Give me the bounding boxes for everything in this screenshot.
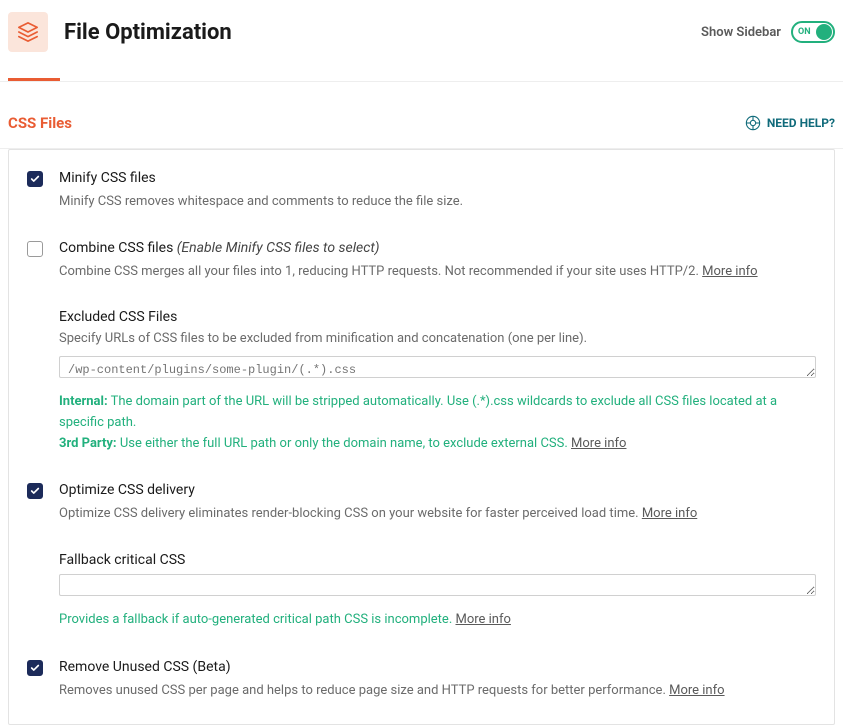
page-header: File Optimization Show Sidebar ON	[0, 0, 843, 64]
option-remove-unused-css: Remove Unused CSS (Beta) Removes unused …	[27, 659, 816, 701]
optimize-css-title: Optimize CSS delivery	[59, 482, 816, 498]
remove-unused-more-info-link[interactable]: More info	[669, 683, 724, 698]
excluded-css-label: Excluded CSS Files	[59, 309, 816, 325]
optimize-css-checkbox[interactable]	[27, 483, 43, 499]
remove-unused-css-checkbox[interactable]	[27, 660, 43, 676]
sidebar-toggle-switch[interactable]: ON	[791, 21, 835, 43]
combine-css-checkbox[interactable]	[27, 241, 43, 257]
excluded-css-block: Excluded CSS Files Specify URLs of CSS f…	[59, 309, 816, 454]
combine-more-info-link[interactable]: More info	[702, 264, 757, 279]
option-combine-css: Combine CSS files (Enable Minify CSS fil…	[27, 240, 816, 455]
optimize-css-desc: Optimize CSS delivery eliminates render-…	[59, 504, 816, 524]
help-icon	[745, 115, 761, 131]
section-header: CSS Files NEED HELP?	[0, 82, 843, 148]
minify-css-title: Minify CSS files	[59, 170, 816, 186]
show-sidebar-toggle: Show Sidebar ON	[701, 21, 835, 43]
toggle-knob	[816, 24, 832, 40]
css-files-panel: Minify CSS files Minify CSS removes whit…	[8, 149, 835, 725]
excluded-css-textarea[interactable]	[59, 356, 816, 378]
remove-unused-css-title: Remove Unused CSS (Beta)	[59, 659, 816, 675]
excluded-more-info-link[interactable]: More info	[571, 436, 626, 451]
fallback-css-textarea[interactable]	[59, 574, 816, 596]
fallback-css-hint: Provides a fallback if auto-generated cr…	[59, 610, 816, 631]
show-sidebar-label: Show Sidebar	[701, 25, 781, 40]
fallback-more-info-link[interactable]: More info	[455, 612, 510, 627]
toggle-state-label: ON	[798, 27, 811, 37]
optimize-more-info-link[interactable]: More info	[642, 506, 697, 521]
option-minify-css: Minify CSS files Minify CSS removes whit…	[27, 170, 816, 212]
need-help-label: NEED HELP?	[767, 116, 835, 130]
fallback-css-label: Fallback critical CSS	[59, 552, 816, 568]
fallback-css-block: Fallback critical CSS Provides a fallbac…	[59, 552, 816, 631]
excluded-css-hint: Internal: The domain part of the URL wil…	[59, 392, 816, 454]
combine-css-desc: Combine CSS merges all your files into 1…	[59, 262, 816, 282]
page-title: File Optimization	[64, 20, 685, 45]
need-help-link[interactable]: NEED HELP?	[745, 115, 835, 131]
excluded-css-desc: Specify URLs of CSS files to be excluded…	[59, 331, 816, 346]
minify-css-checkbox[interactable]	[27, 171, 43, 187]
option-optimize-css: Optimize CSS delivery Optimize CSS deliv…	[27, 482, 816, 630]
section-title: CSS Files	[8, 114, 72, 132]
remove-unused-css-desc: Removes unused CSS per page and helps to…	[59, 681, 816, 701]
minify-css-desc: Minify CSS removes whitespace and commen…	[59, 192, 816, 212]
combine-css-title: Combine CSS files (Enable Minify CSS fil…	[59, 240, 816, 256]
layers-icon	[8, 12, 48, 52]
